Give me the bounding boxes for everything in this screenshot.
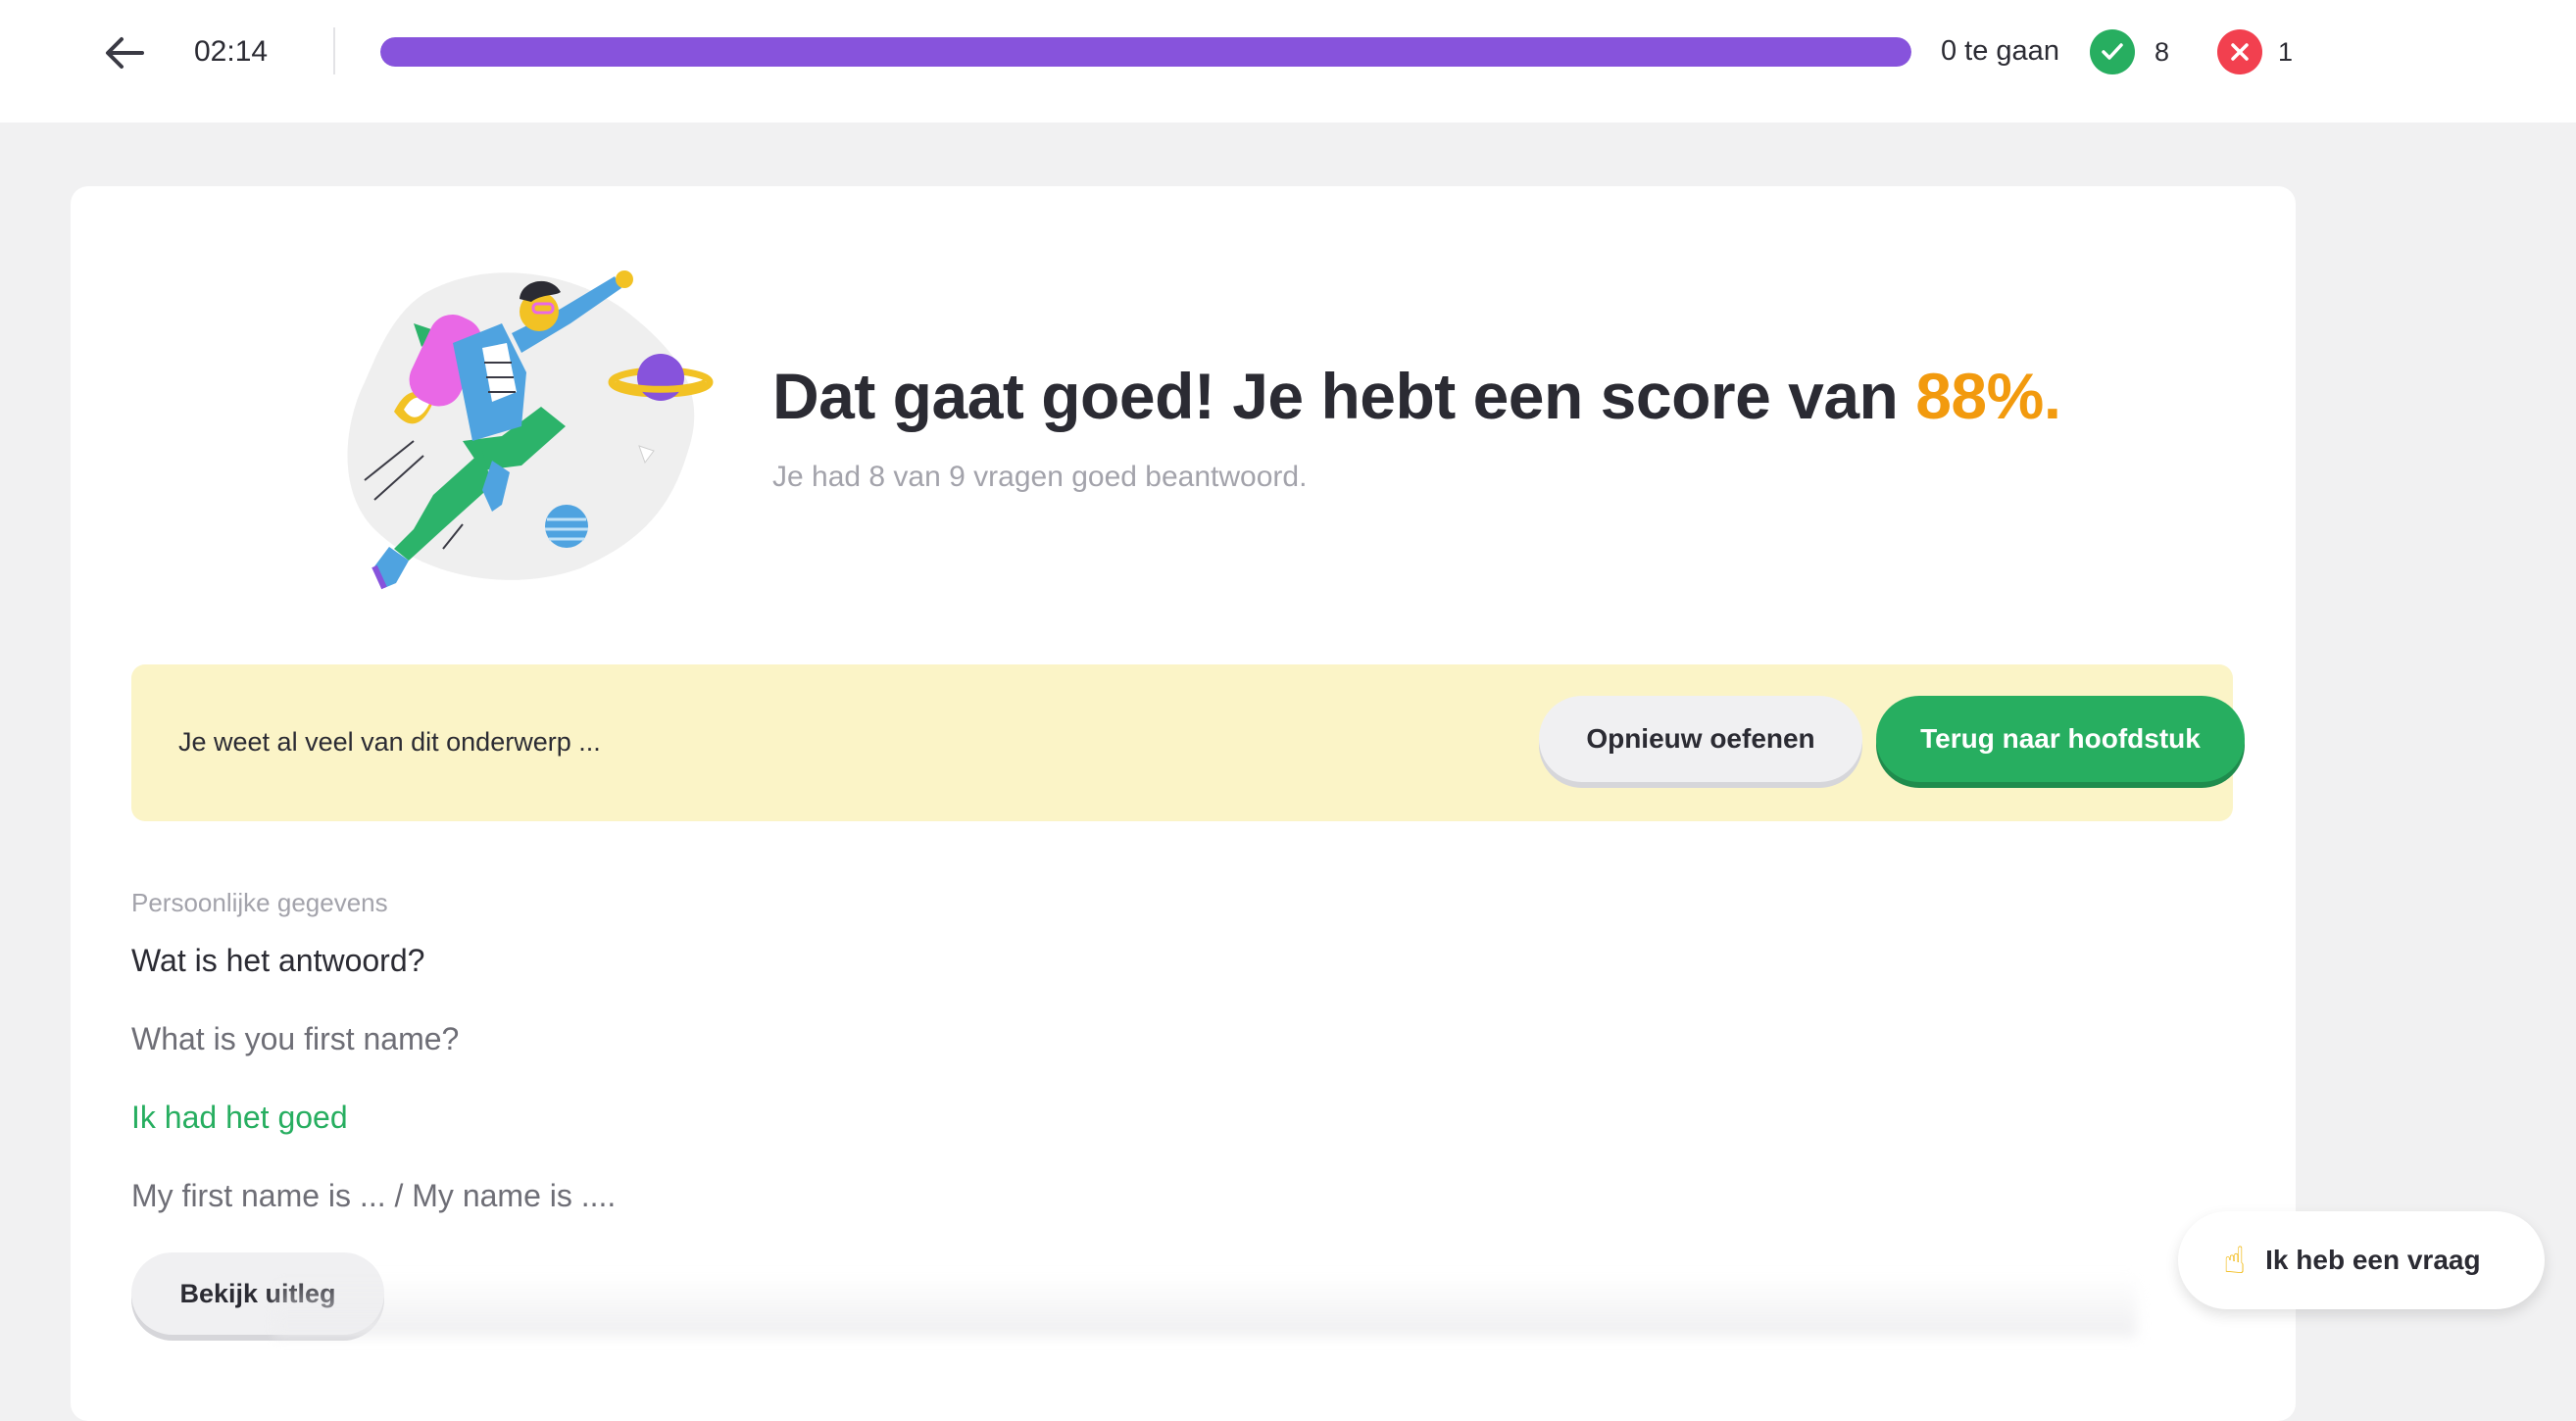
retry-button[interactable]: Opnieuw oefenen	[1539, 696, 1862, 782]
divider	[333, 27, 335, 74]
wrong-badge	[2217, 29, 2262, 74]
remaining-label: 0 te gaan	[1941, 35, 2059, 67]
question-result: Ik had het goed	[131, 1100, 348, 1135]
progress-fill	[380, 37, 1911, 67]
help-label: Ik heb een vraag	[2265, 1245, 2481, 1275]
correct-badge	[2090, 29, 2135, 74]
help-button[interactable]: ☝ Ik heb een vraag	[2178, 1211, 2545, 1309]
result-card: Dat gaat goed! Je hebt een score van 88%…	[71, 186, 2296, 1421]
question-text: What is you first name?	[131, 1021, 460, 1056]
score-summary: Je had 8 van 9 vragen goed beantwoord.	[772, 461, 1308, 493]
question-category: Persoonlijke gegevens	[131, 888, 388, 917]
wrong-count: 1	[2278, 37, 2294, 67]
headline-text: Dat gaat goed! Je hebt een score van	[772, 360, 1899, 432]
timer: 02:14	[194, 35, 269, 68]
question-answer: My first name is ... / My name is ....	[131, 1178, 617, 1213]
bottom-fade	[274, 1274, 2137, 1337]
pointing-hand-icon: ☝	[2223, 1239, 2247, 1282]
back-to-chapter-button[interactable]: Terug naar hoofdstuk	[1876, 696, 2245, 782]
close-icon	[2231, 43, 2249, 61]
feedback-banner: Je weet al veel van dit onderwerp ... Op…	[131, 664, 2245, 821]
score-headline: Dat gaat goed! Je hebt een score van 88%…	[772, 359, 2061, 433]
arrow-left-icon	[106, 37, 144, 69]
check-icon	[2102, 43, 2123, 60]
feedback-message: Je weet al veel van dit onderwerp ...	[178, 727, 601, 757]
rocket-person-illustration	[347, 270, 714, 590]
question-title: Wat is het antwoord?	[131, 943, 425, 978]
progress-bar	[380, 37, 1911, 67]
top-bar: 02:14 0 te gaan 8 1	[0, 0, 2576, 122]
correct-count: 8	[2155, 37, 2170, 67]
back-button[interactable]	[98, 29, 151, 76]
score-percentage: 88%.	[1915, 360, 2061, 432]
